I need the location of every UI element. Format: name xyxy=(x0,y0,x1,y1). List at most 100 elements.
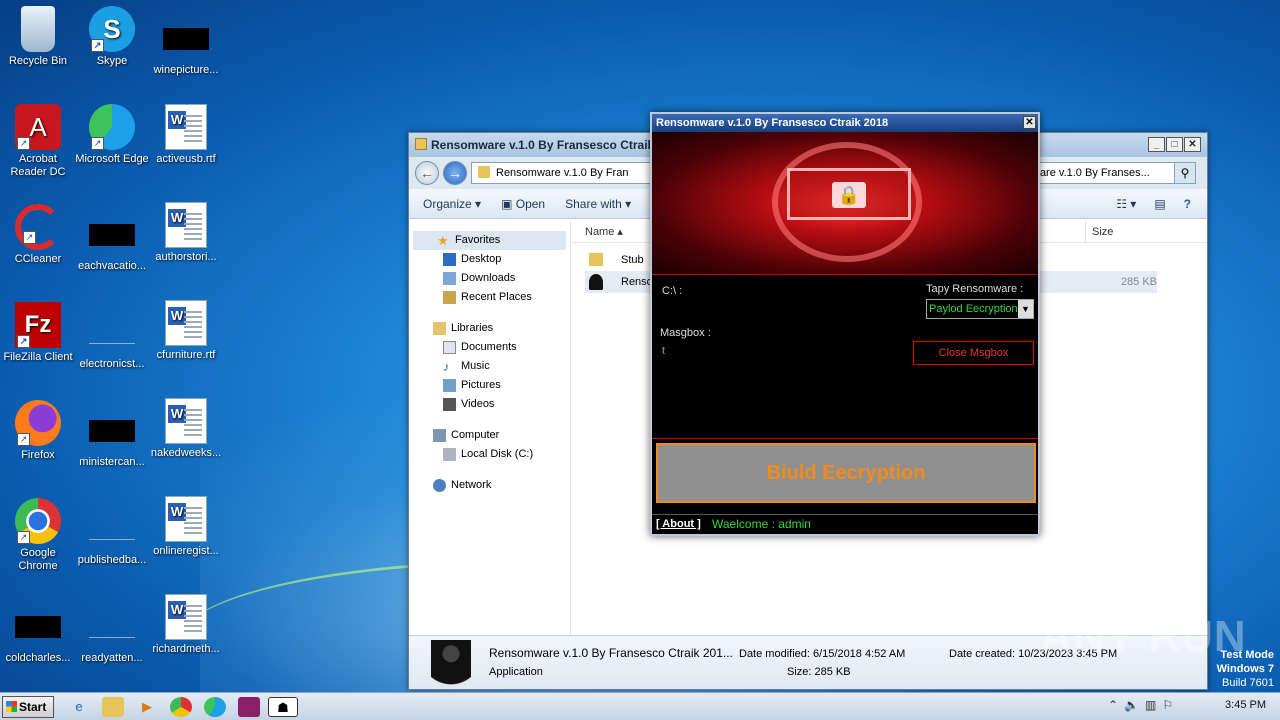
pictures-icon xyxy=(443,379,456,392)
media-player-icon[interactable]: ▶ xyxy=(136,697,158,717)
column-size-label: Size xyxy=(1092,226,1114,238)
build-line: Build 7601 xyxy=(1222,677,1274,689)
preview-pane-icon[interactable]: ▤ xyxy=(1154,197,1165,211)
close-button[interactable]: ✕ xyxy=(1184,137,1201,152)
search-icon[interactable]: ⚲ xyxy=(1174,162,1196,184)
desktop-icon-cfurniture[interactable]: W cfurniture.rtf xyxy=(148,300,224,362)
desktop-icon-nakedweeks[interactable]: W nakedweeks... xyxy=(148,398,224,460)
nav-favorites[interactable]: ★ Favorites xyxy=(413,231,566,250)
nav-label: Music xyxy=(461,360,490,372)
nav-label: Pictures xyxy=(461,379,501,391)
open-button[interactable]: ▣ Open xyxy=(501,197,545,211)
open-label: Open xyxy=(515,196,546,211)
nav-pictures[interactable]: Pictures xyxy=(409,376,570,395)
desktop-icon-edge[interactable]: ↗ Microsoft Edge xyxy=(74,104,150,166)
nav-documents[interactable]: Documents xyxy=(409,338,570,357)
minimize-button[interactable]: _ xyxy=(1148,137,1165,152)
nav-desktop[interactable]: Desktop xyxy=(409,250,570,269)
desktop-icon-electronicst[interactable]: electronicst... xyxy=(74,310,150,371)
nav-label: Network xyxy=(451,479,492,491)
file-icon xyxy=(89,420,135,442)
recycle-bin-icon xyxy=(21,6,55,52)
documents-icon xyxy=(443,341,456,354)
search-input[interactable]: ware v.1.0 By Franses... ⚲ xyxy=(1025,162,1196,184)
desktop-icon-recycle-bin[interactable]: Recycle Bin xyxy=(0,6,76,68)
explorer-taskbar-icon[interactable] xyxy=(102,697,124,717)
network-tray-icon[interactable]: ▥ xyxy=(1145,698,1156,712)
taskbar: Start e ▶ ☗ ⌃ 🔈 ▥ ⚐ 3:45 PM xyxy=(0,692,1280,720)
volume-icon[interactable]: 🔈 xyxy=(1124,698,1139,712)
test-mode-notice: Test Mode Windows 7 Build 7601 xyxy=(1217,648,1274,690)
desktop-icon-winepicture[interactable]: winepicture... xyxy=(148,16,224,77)
desktop-icon-skype[interactable]: S ↗ Skype xyxy=(74,6,150,68)
desktop-icon-readyatten[interactable]: readyatten... xyxy=(74,604,150,665)
explorer-title: Rensomware v.1.0 By Fransesco Ctraik xyxy=(431,138,655,152)
nav-downloads[interactable]: Downloads xyxy=(409,269,570,288)
desktop-icon-firefox[interactable]: ↗ Firefox xyxy=(0,400,76,462)
desktop-icon-publishedba[interactable]: publishedba... xyxy=(74,506,150,567)
chrome-taskbar-icon[interactable] xyxy=(170,697,192,717)
path-label: C:\ : xyxy=(662,285,683,297)
msgbox-input[interactable]: t xyxy=(662,345,902,431)
network-icon xyxy=(433,479,446,492)
start-button[interactable]: Start xyxy=(2,696,54,718)
desktop-icon-label: FileZilla Client xyxy=(3,351,73,363)
share-with-button[interactable]: Share with ▾ xyxy=(565,197,631,211)
organize-label: Organize xyxy=(423,196,472,211)
word-document-icon: W xyxy=(165,398,207,444)
desktop-icon-richardmeth[interactable]: W richardmeth... xyxy=(148,594,224,656)
column-size[interactable]: Size xyxy=(1085,221,1165,243)
padlock-icon: 🔒 xyxy=(832,182,866,208)
maximize-button[interactable]: □ xyxy=(1166,137,1183,152)
view-options-icon[interactable]: ☷ ▾ xyxy=(1116,197,1136,211)
app-titlebar[interactable]: Rensomware v.1.0 By Fransesco Ctraik 201… xyxy=(652,114,1038,132)
windows-flag-icon xyxy=(6,701,17,712)
back-button[interactable]: ← xyxy=(415,161,439,185)
nav-network[interactable]: Network xyxy=(409,476,570,495)
ie-icon[interactable]: e xyxy=(68,697,90,717)
computer-icon xyxy=(433,429,446,442)
close-button[interactable]: ✕ xyxy=(1023,116,1036,129)
desktop-icon-authorstori[interactable]: W authorstori... xyxy=(148,202,224,264)
desktop-icon-eachvacation[interactable]: eachvacatio... xyxy=(74,212,150,273)
desktop-icon-label: nakedweeks... xyxy=(150,447,222,459)
nav-recent-places[interactable]: Recent Places xyxy=(409,288,570,307)
nav-music[interactable]: ♪ Music xyxy=(409,357,570,376)
build-encryption-button[interactable]: Biuld Eecryption xyxy=(656,443,1036,503)
desktop-icon-label: Recycle Bin xyxy=(8,55,68,67)
nav-label: Computer xyxy=(451,429,500,441)
reaper-app-icon xyxy=(431,640,471,686)
action-center-flag-icon[interactable]: ⚐ xyxy=(1162,698,1173,712)
column-name[interactable]: Name ▴ xyxy=(585,226,623,238)
organize-button[interactable]: Organize ▾ xyxy=(423,197,481,211)
desktop-icon-label: CCleaner xyxy=(14,253,62,265)
nav-videos[interactable]: Videos xyxy=(409,395,570,414)
desktop-icon-ccleaner[interactable]: ↗ CCleaner xyxy=(0,204,76,266)
desktop-icon-coldcharles[interactable]: coldcharles... xyxy=(0,604,76,665)
desktop-icon-activeusb[interactable]: W activeusb.rtf xyxy=(148,104,224,166)
desktop-icon-ministercan[interactable]: ministercan... xyxy=(74,408,150,469)
desktop-icon-label: cfurniture.rtf xyxy=(156,349,216,361)
clock[interactable]: 3:45 PM xyxy=(1225,699,1266,711)
desktop-icon-onlineregist[interactable]: W onlineregist... xyxy=(148,496,224,558)
nav-local-disk[interactable]: Local Disk (C:) xyxy=(409,445,570,464)
desktop-icon-filezilla[interactable]: Fz ↗ FileZilla Client xyxy=(0,302,76,364)
chrome-icon: ↗ xyxy=(15,498,61,544)
winrar-icon[interactable] xyxy=(238,697,260,717)
nav-computer[interactable]: Computer xyxy=(409,426,570,445)
rensomware-taskbar-icon[interactable]: ☗ xyxy=(268,697,298,717)
close-msgbox-button[interactable]: Close Msgbox xyxy=(913,341,1034,365)
chevron-down-icon[interactable]: ▼ xyxy=(1018,300,1033,318)
forward-button[interactable]: → xyxy=(443,161,467,185)
nav-libraries[interactable]: Libraries xyxy=(409,319,570,338)
desktop-icon xyxy=(443,253,456,266)
show-hidden-icons-icon[interactable]: ⌃ xyxy=(1108,698,1118,712)
edge-taskbar-icon[interactable] xyxy=(204,697,226,717)
desktop-icon-chrome[interactable]: ↗ Google Chrome xyxy=(0,498,76,573)
ransomware-type-select[interactable]: Paylod Eecryption ▼ xyxy=(926,299,1034,319)
help-icon[interactable]: ? xyxy=(1184,197,1191,211)
ransomware-type-value: Paylod Eecryption xyxy=(929,303,1018,315)
about-link[interactable]: [ About ] xyxy=(656,518,701,530)
navigation-pane: ★ Favorites Desktop Downloads Recent Plac… xyxy=(409,221,571,635)
desktop-icon-acrobat[interactable]: A ↗ Acrobat Reader DC xyxy=(0,104,76,179)
